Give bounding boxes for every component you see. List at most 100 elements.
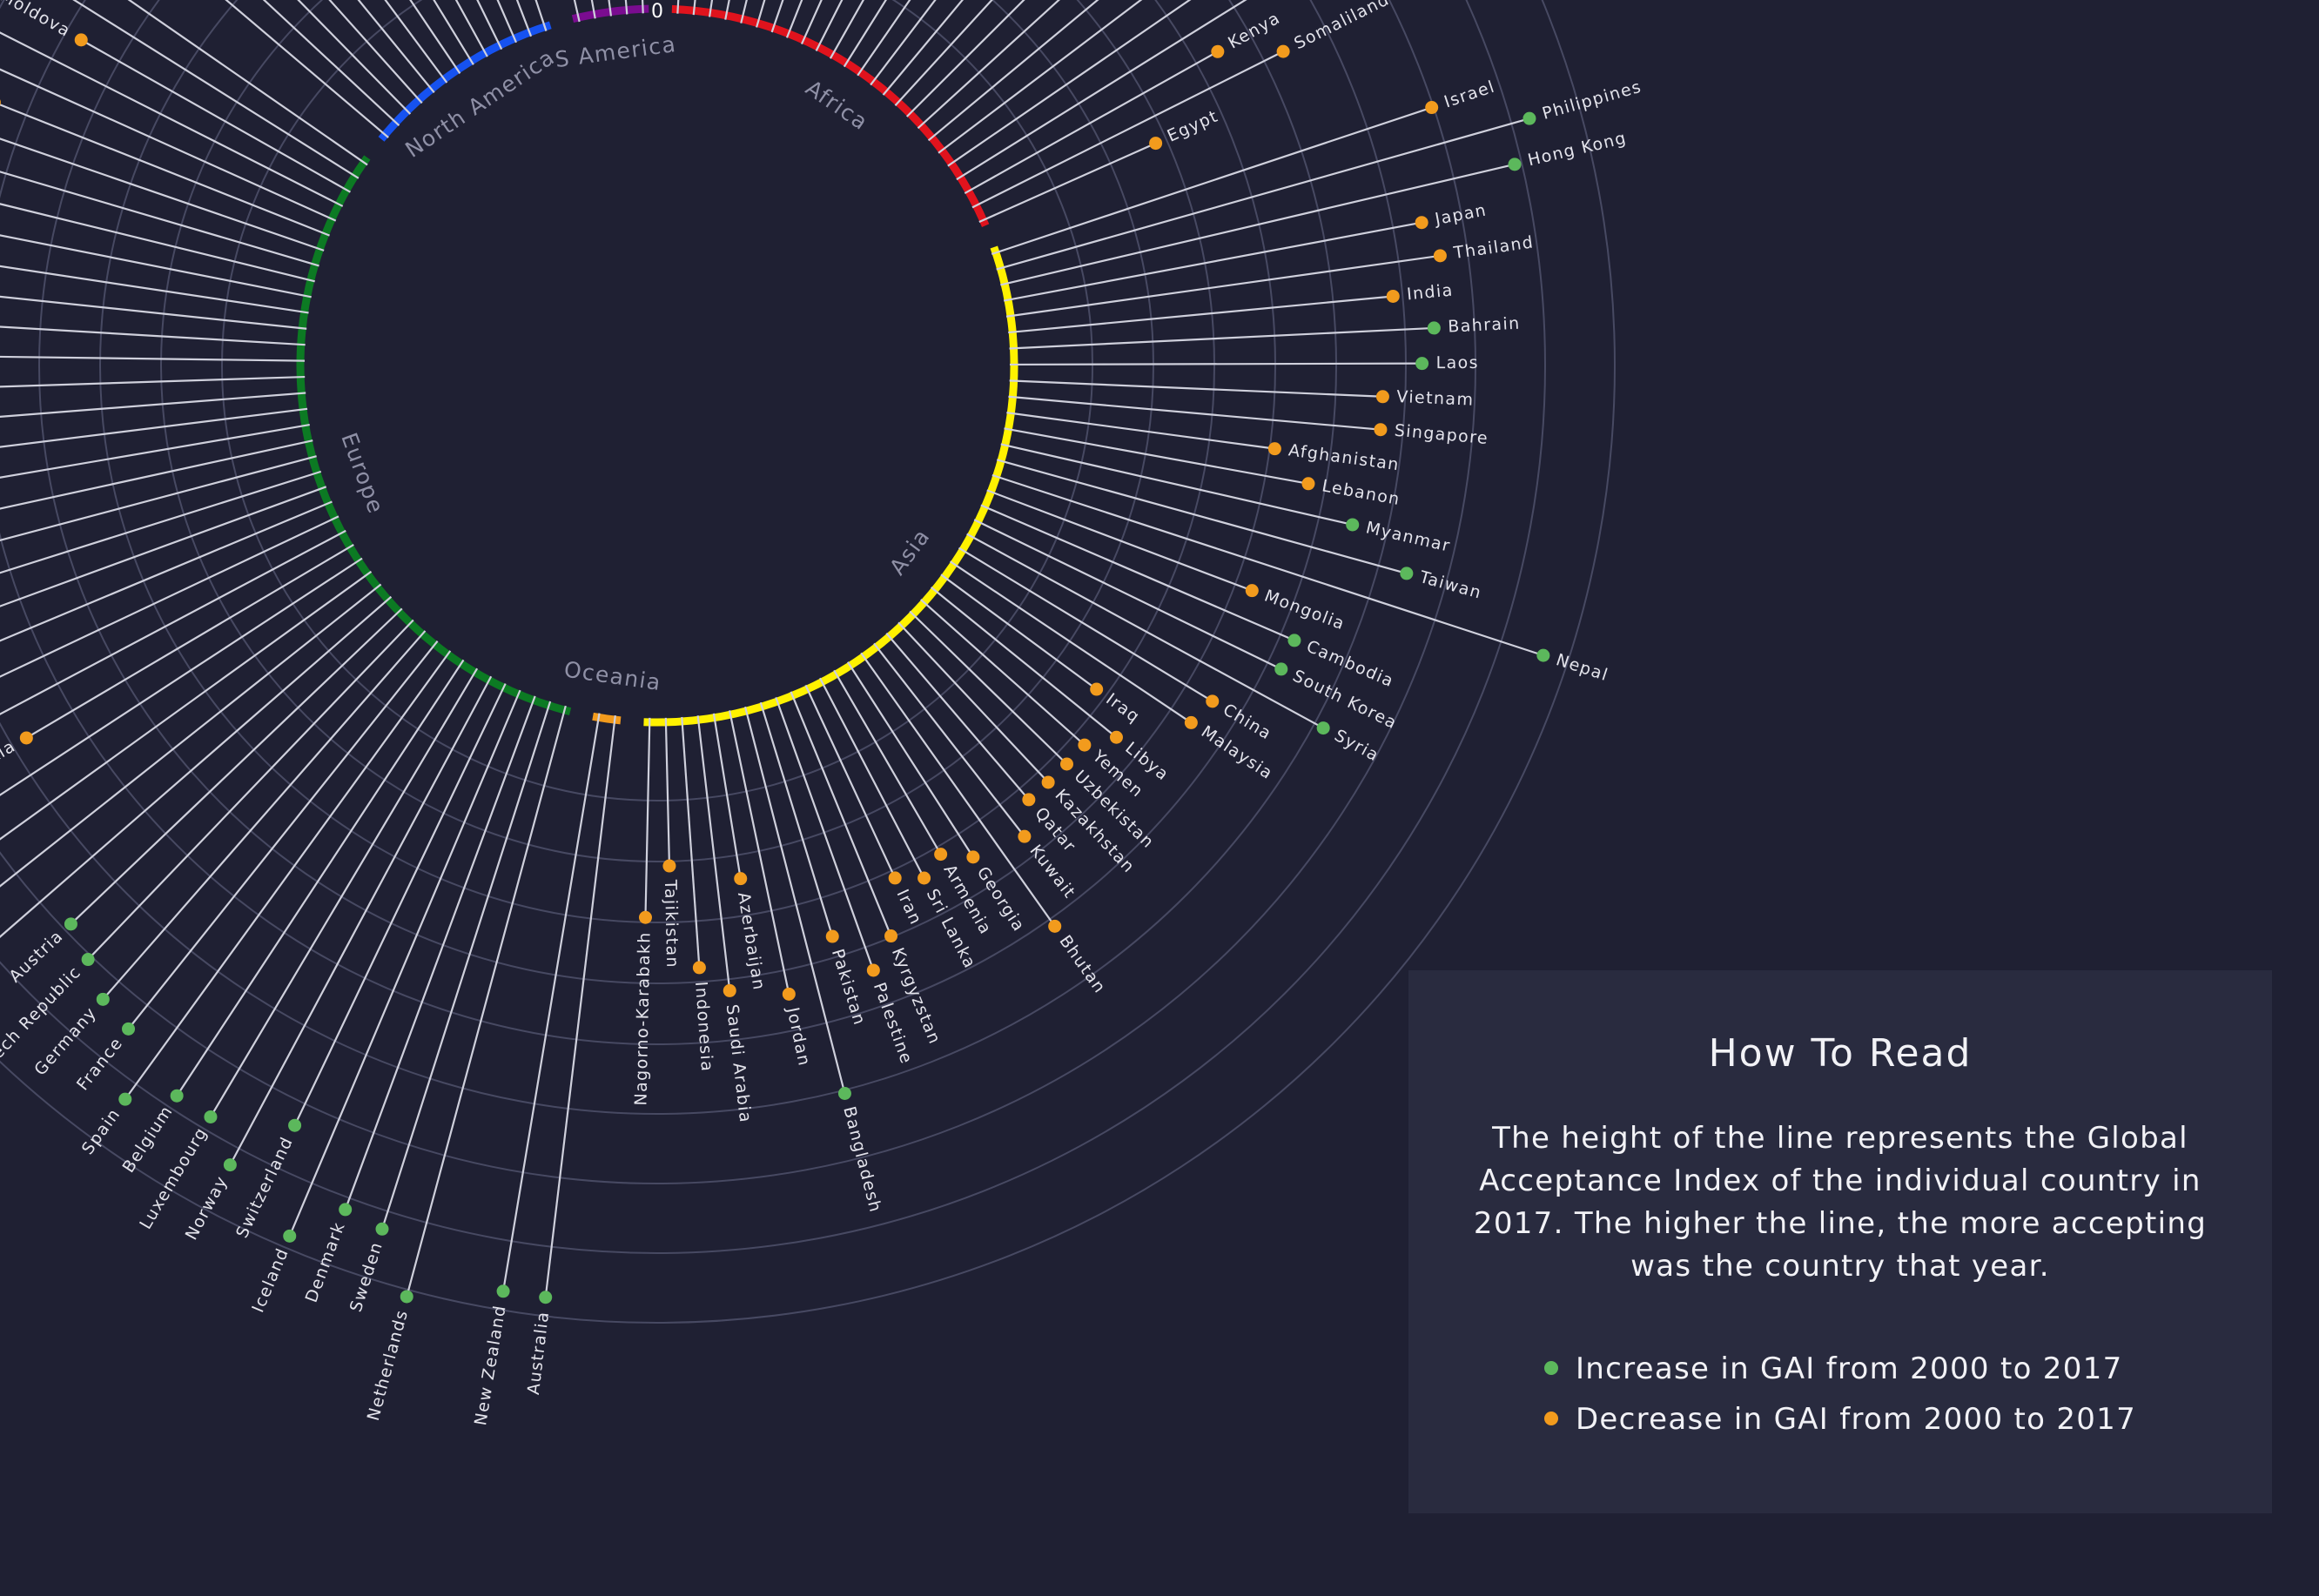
label-france-3-9: France — [73, 1034, 127, 1095]
stem-italy-3-16 — [0, 557, 363, 796]
stem-south-sudan-0-21 — [956, 0, 1247, 181]
stem-sweden-3-1 — [380, 701, 552, 1230]
dot-cambodia-1-16 — [1287, 634, 1301, 647]
dot-kuwait-1-27 — [1018, 829, 1032, 843]
stem-guinea-0-7 — [785, 0, 803, 38]
label-myanmar-1-12: Myanmar — [1364, 518, 1453, 556]
stem-cambodia-1-16 — [980, 504, 1295, 641]
label-philippines-1-1: Philippines — [1540, 77, 1643, 124]
stem-uruguay-5-0 — [573, 0, 581, 23]
dot-tajikistan-1-41 — [662, 859, 676, 873]
label-lebanon-1-11: Lebanon — [1321, 476, 1402, 509]
stem-panama-4-7 — [433, 0, 474, 65]
dot-france-3-9 — [122, 1022, 136, 1036]
stem-malaysia-1-20 — [949, 560, 1192, 724]
label-iran-1-32: Iran — [892, 887, 925, 929]
stem-australia-2-0 — [544, 714, 616, 1298]
region-label-north-america: North America — [400, 44, 559, 163]
label-nagorno-karabakh-1-42: Nagorno-Karabakh — [631, 931, 654, 1106]
stem-ghana-0-11 — [843, 0, 887, 68]
region-arc-asia — [643, 245, 1018, 727]
dot-norway-3-5 — [223, 1158, 237, 1172]
label-israel-1-0: Israel — [1442, 77, 1497, 112]
dot-bangladesh-1-36 — [837, 1087, 851, 1101]
dot-luxembourg-3-6 — [204, 1110, 218, 1123]
label-syria-1-18: Syria — [1331, 726, 1382, 766]
dot-syria-1-18 — [1316, 721, 1330, 735]
dot-nagorno-karabakh-1-42 — [638, 910, 652, 924]
stem-syria-1-18 — [966, 533, 1324, 729]
dot-vietnam-1-8 — [1375, 390, 1389, 404]
dot-philippines-1-1 — [1522, 111, 1536, 125]
dot-yemen-1-23 — [1078, 738, 1092, 752]
stem-finland-3-15 — [0, 570, 373, 841]
dot-laos-1-7 — [1415, 357, 1429, 371]
label-denmark-3-2: Denmark — [302, 1219, 349, 1305]
stem-tajikistan-1-41 — [664, 717, 671, 867]
label-afghanistan-1-10: Afghanistan — [1287, 440, 1401, 474]
label-netherlands-3-0: Netherlands — [364, 1307, 412, 1422]
stem-democratic-republic-of-the-congo-0-13 — [870, 0, 937, 86]
label-japan-1-3: Japan — [1433, 200, 1489, 229]
dot-georgia-1-29 — [966, 850, 980, 864]
label-new-zealand-2-1: New Zealand — [471, 1304, 510, 1427]
stem-portugal-3-18 — [0, 529, 346, 715]
stem-afghanistan-1-10 — [1006, 412, 1275, 450]
label-iraq-1-21: Iraq — [1102, 689, 1143, 727]
dot-iceland-3-3 — [283, 1229, 297, 1243]
stem-germany-3-10 — [102, 630, 427, 1001]
stem-cameroon-0-9 — [815, 0, 844, 52]
dot-germany-3-10 — [96, 992, 110, 1006]
label-saudi-arabia-1-39: Saudi Arabia — [723, 1003, 756, 1124]
stem-montenegro-3-35 — [0, 171, 319, 267]
stem-luxembourg-3-6 — [210, 667, 479, 1118]
dot-japan-1-3 — [1415, 216, 1428, 230]
label-vietnam-1-8: Vietnam — [1396, 387, 1475, 410]
stem-mongolia-1-15 — [986, 489, 1253, 592]
label-indonesia-1-40: Indonesia — [691, 981, 716, 1073]
dot-uzbekistan-1-24 — [1059, 757, 1073, 771]
dot-israel-1-0 — [1425, 101, 1439, 115]
stem-slovenia-3-19 — [0, 515, 339, 678]
dot-azerbaijan-1-38 — [734, 872, 748, 886]
stem-bulgaria-3-23 — [0, 455, 317, 542]
stem-morocco-0-20 — [947, 0, 1192, 167]
dot-czech-republic-3-11 — [81, 953, 95, 967]
region-arc-oceania — [592, 712, 622, 725]
dot-thailand-1-4 — [1433, 249, 1447, 263]
stem-south-korea-1-17 — [973, 519, 1282, 670]
label-kenya-0-22: Kenya — [1225, 9, 1284, 53]
region-label-oceania: Oceania — [562, 657, 663, 696]
label-bahrain-1-6: Bahrain — [1448, 314, 1521, 337]
dot-sri-lanka-1-31 — [918, 871, 931, 885]
stem-moldova-3-40 — [80, 38, 351, 193]
legend-items: Increase in GAI from 2000 to 2017 Decrea… — [1543, 1344, 2137, 1445]
dot-armenia-1-30 — [934, 848, 948, 862]
decrease-label: Decrease in GAI from 2000 to 2017 — [1575, 1402, 2137, 1437]
stem-belarus-3-31 — [0, 295, 307, 330]
label-taiwan-1-13: Taiwan — [1417, 567, 1484, 603]
dot-south-korea-1-17 — [1274, 662, 1288, 676]
dot-bosnia-and-herzegovina-3-37 — [0, 99, 1, 106]
dot-austria-3-12 — [64, 917, 77, 931]
zero-label: 0 — [651, 1, 663, 23]
stem-canada-4-11 — [515, 0, 533, 37]
label-moldova-3-40: Moldova — [0, 0, 74, 41]
dot-saudi-arabia-1-39 — [723, 983, 736, 997]
stem-mexico-4-6 — [409, 0, 461, 74]
label-belgium-3-7: Belgium — [119, 1102, 178, 1176]
dot-iran-1-32 — [888, 871, 902, 885]
legend-title: How To Read — [1708, 1031, 1973, 1076]
stem-indonesia-1-40 — [681, 716, 701, 968]
dot-somaliland-0-23 — [1276, 44, 1290, 58]
region-arc-africa — [671, 4, 990, 227]
dot-qatar-1-26 — [1022, 793, 1036, 807]
stem-pakistan-1-35 — [759, 701, 834, 937]
dot-slovakia-3-17 — [19, 731, 33, 745]
stem-saudi-arabia-1-39 — [696, 715, 731, 991]
dot-iraq-1-21 — [1090, 682, 1104, 696]
label-laos-1-7: Laos — [1436, 353, 1479, 372]
stem-latvia-3-22 — [0, 470, 322, 574]
label-sweden-3-1: Sweden — [346, 1239, 386, 1314]
dot-netherlands-3-0 — [400, 1290, 413, 1304]
